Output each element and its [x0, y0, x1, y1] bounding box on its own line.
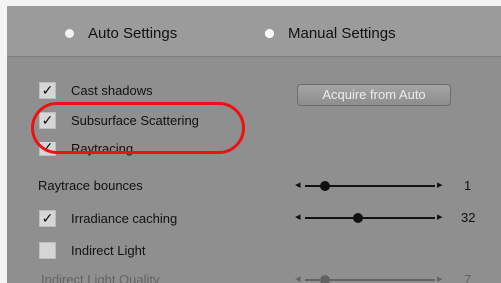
- radio-selected-icon: [265, 28, 274, 38]
- acquire-from-auto-button[interactable]: Acquire from Auto: [297, 84, 451, 106]
- slider-left-arrow-icon[interactable]: ◂: [295, 210, 301, 223]
- slider-knob: [320, 275, 330, 283]
- radio-unselected-icon: [65, 28, 74, 38]
- manual-settings-label: Manual Settings: [288, 24, 396, 42]
- slider-right-arrow-icon: ▸: [437, 273, 443, 283]
- highlight-ellipse: [31, 102, 245, 154]
- indirect-light-quality-label: Indirect Light Quality: [41, 272, 160, 283]
- slider-right-arrow-icon[interactable]: ▸: [437, 178, 443, 191]
- slider-right-arrow-icon[interactable]: ▸: [437, 210, 443, 223]
- indirect-light-row[interactable]: Indirect Light: [39, 242, 145, 259]
- slider-left-arrow-icon: ◂: [295, 273, 301, 283]
- raytrace-bounces-value: 1: [464, 178, 472, 193]
- slider-track: [305, 217, 435, 219]
- cast-shadows-label: Cast shadows: [71, 83, 153, 98]
- settings-mode-header: Auto Settings Manual Settings: [7, 6, 501, 57]
- cast-shadows-checkbox[interactable]: ✓: [39, 82, 56, 99]
- raytrace-bounces-label: Raytrace bounces: [38, 178, 143, 193]
- irradiance-caching-checkbox[interactable]: ✓: [39, 210, 56, 227]
- indirect-light-quality-value: 7: [464, 272, 472, 283]
- indirect-light-quality-slider: ◂ ▸: [295, 272, 455, 283]
- auto-settings-radio[interactable]: Auto Settings: [65, 23, 177, 43]
- slider-knob[interactable]: [320, 181, 330, 191]
- raytrace-bounces-slider[interactable]: ◂ ▸: [295, 178, 455, 194]
- irradiance-caching-value: 32: [461, 210, 476, 225]
- check-icon: ✓: [41, 210, 54, 226]
- indirect-light-checkbox[interactable]: [39, 242, 56, 259]
- irradiance-caching-slider[interactable]: ◂ ▸: [295, 210, 455, 226]
- irradiance-caching-row[interactable]: ✓ Irradiance caching: [39, 210, 177, 227]
- check-icon: ✓: [41, 82, 54, 98]
- indirect-light-label: Indirect Light: [71, 243, 146, 258]
- render-settings-panel: Auto Settings Manual Settings ✓ Cast sha…: [7, 6, 501, 283]
- cast-shadows-row[interactable]: ✓ Cast shadows: [39, 82, 153, 99]
- slider-knob[interactable]: [353, 213, 363, 223]
- irradiance-caching-label: Irradiance caching: [71, 211, 178, 226]
- manual-settings-radio[interactable]: Manual Settings: [265, 23, 396, 43]
- auto-settings-label: Auto Settings: [88, 24, 178, 42]
- slider-left-arrow-icon[interactable]: ◂: [295, 178, 301, 191]
